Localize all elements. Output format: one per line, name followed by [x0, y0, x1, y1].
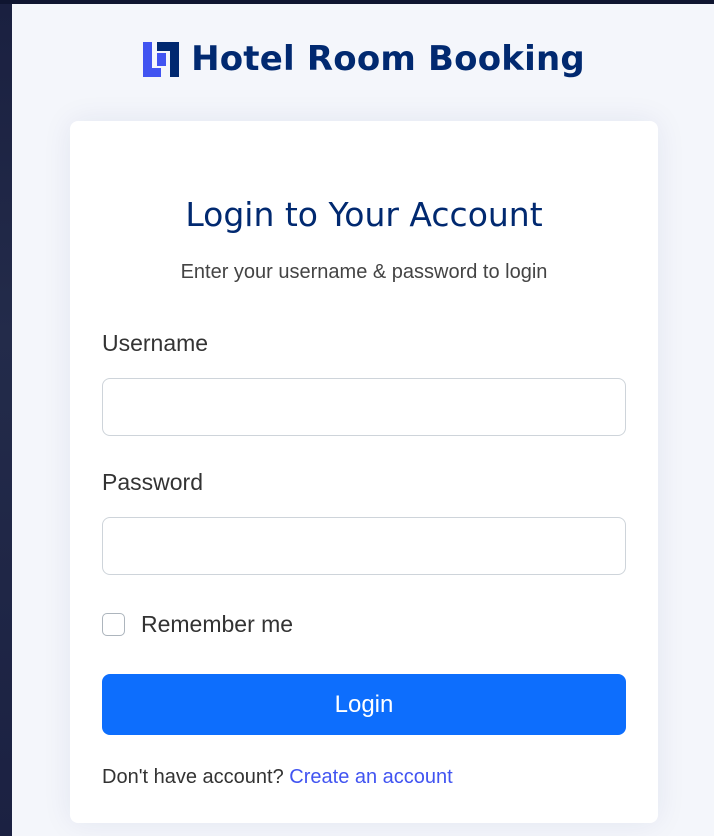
- login-button[interactable]: Login: [102, 674, 626, 735]
- signup-prompt: Don't have account? Create an account: [102, 766, 453, 789]
- login-title: Login to Your Account: [185, 195, 543, 234]
- background-edge: [0, 0, 12, 836]
- page-panel: Hotel Room Booking Login to Your Account…: [12, 4, 714, 836]
- create-account-link[interactable]: Create an account: [289, 766, 452, 788]
- username-label: Username: [102, 330, 209, 356]
- signup-prompt-text: Don't have account?: [102, 766, 284, 788]
- brand-name: Hotel Room Booking: [191, 39, 585, 79]
- brand-header[interactable]: Hotel Room Booking: [12, 38, 714, 80]
- password-label: Password: [102, 469, 203, 495]
- login-subtitle: Enter your username & password to login: [180, 261, 548, 283]
- remember-me-checkbox[interactable]: [102, 613, 125, 636]
- login-card: Login to Your Account Enter your usernam…: [70, 121, 658, 823]
- password-input[interactable]: [102, 517, 626, 575]
- remember-me-label[interactable]: Remember me: [141, 611, 293, 638]
- brand-logo-icon: [141, 38, 183, 80]
- remember-me-row[interactable]: Remember me: [102, 611, 293, 638]
- username-input[interactable]: [102, 378, 626, 436]
